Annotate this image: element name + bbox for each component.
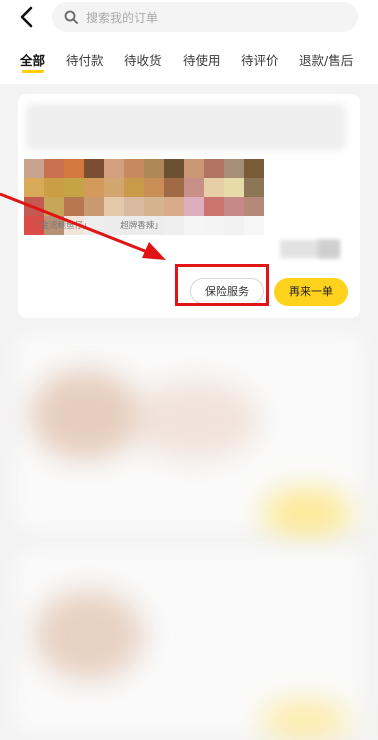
reorder-button-blurred bbox=[262, 488, 352, 538]
reorder-button-blurred bbox=[260, 700, 350, 740]
product-image-blurred bbox=[34, 590, 144, 680]
product-image-blurred bbox=[130, 380, 260, 460]
product-image-blurred bbox=[30, 370, 140, 460]
